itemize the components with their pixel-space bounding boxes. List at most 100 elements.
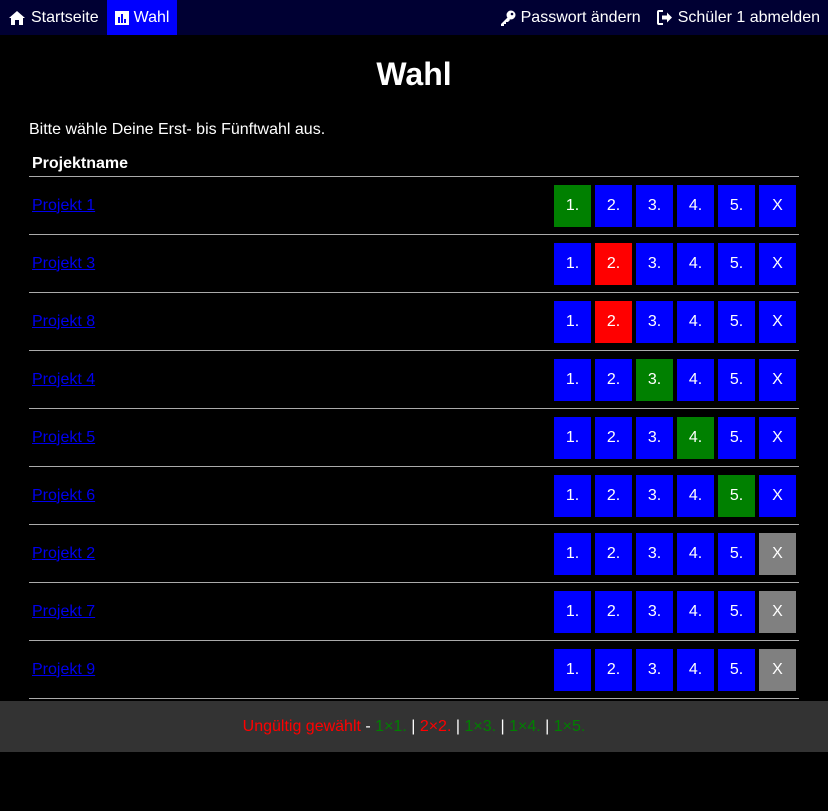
choice-4-button[interactable]: 4. — [677, 474, 714, 517]
navbar: Startseite Wahl Passwort ändern Schüler … — [0, 0, 828, 35]
choice-buttons-cell: 1. 2. 3. 4. 5. X — [250, 408, 799, 467]
choice-3-button[interactable]: 3. — [636, 590, 673, 633]
choice-5-button[interactable]: 5. — [718, 590, 755, 633]
footer-status-bar: Ungültig gewählt - 1×1. | 2×2. | 1×3. | … — [0, 701, 828, 752]
choice-2-button[interactable]: 2. — [595, 242, 632, 285]
choice-4-button[interactable]: 4. — [677, 358, 714, 401]
choice-1-button[interactable]: 1. — [554, 300, 591, 343]
choice-4-button[interactable]: 4. — [677, 300, 714, 343]
table-row: Projekt 7 1. 2. 3. 4. 5. X — [29, 582, 799, 641]
footer-separator: | — [540, 718, 554, 735]
choice-5-button[interactable]: 5. — [718, 300, 755, 343]
project-link[interactable]: Projekt 8 — [32, 313, 95, 330]
choice-x-button[interactable]: X — [759, 648, 796, 691]
sign-out-icon — [656, 10, 672, 25]
choice-1-button[interactable]: 1. — [554, 242, 591, 285]
footer-separator: | — [496, 718, 510, 735]
choice-1-button[interactable]: 1. — [554, 590, 591, 633]
choice-4-button[interactable]: 4. — [677, 242, 714, 285]
choice-buttons-cell: 1. 2. 3. 4. 5. X — [250, 524, 799, 583]
choice-1-button[interactable]: 1. — [554, 416, 591, 459]
choice-5-button[interactable]: 5. — [718, 184, 755, 227]
choice-2-button[interactable]: 2. — [595, 474, 632, 517]
choice-5-button[interactable]: 5. — [718, 648, 755, 691]
choice-3-button[interactable]: 3. — [636, 474, 673, 517]
choice-buttons-cell: 1. 2. 3. 4. 5. X — [250, 292, 799, 351]
choice-1-button[interactable]: 1. — [554, 358, 591, 401]
choice-1-button[interactable]: 1. — [554, 648, 591, 691]
choice-x-button[interactable]: X — [759, 358, 796, 401]
project-name-cell: Projekt 5 — [29, 408, 251, 467]
choice-3-button[interactable]: 3. — [636, 416, 673, 459]
choice-5-button[interactable]: 5. — [718, 242, 755, 285]
choice-2-button[interactable]: 2. — [595, 358, 632, 401]
nav-home-label: Startseite — [31, 8, 99, 26]
main-content: Bitte wähle Deine Erst- bis Fünftwahl au… — [29, 121, 799, 699]
project-link[interactable]: Projekt 3 — [32, 255, 95, 272]
choice-buttons-cell: 1. 2. 3. 4. 5. X — [250, 350, 799, 409]
projects-table: Projektname Projekt 1 1. 2. 3. 4. 5. X Projekt … — [29, 149, 799, 699]
choice-2-button[interactable]: 2. — [595, 184, 632, 227]
choice-3-button[interactable]: 3. — [636, 358, 673, 401]
project-link[interactable]: Projekt 1 — [32, 197, 95, 214]
choice-1-button[interactable]: 1. — [554, 184, 591, 227]
choice-3-button[interactable]: 3. — [636, 242, 673, 285]
choice-x-button[interactable]: X — [759, 300, 796, 343]
project-link[interactable]: Projekt 2 — [32, 545, 95, 562]
footer-count: 1×4. — [509, 718, 541, 735]
choice-x-button[interactable]: X — [759, 532, 796, 575]
choice-4-button[interactable]: 4. — [677, 590, 714, 633]
choice-5-button[interactable]: 5. — [718, 474, 755, 517]
choice-4-button[interactable]: 4. — [677, 416, 714, 459]
project-name-cell: Projekt 3 — [29, 234, 251, 293]
nav-right: Passwort ändern Schüler 1 abmelden — [492, 0, 828, 35]
nav-logout-link[interactable]: Schüler 1 abmelden — [649, 0, 828, 35]
nav-password-link[interactable]: Passwort ändern — [492, 0, 649, 35]
choice-3-button[interactable]: 3. — [636, 648, 673, 691]
project-link[interactable]: Projekt 6 — [32, 487, 95, 504]
choice-x-button[interactable]: X — [759, 184, 796, 227]
choice-5-button[interactable]: 5. — [718, 532, 755, 575]
footer-count: 1×1. — [375, 718, 407, 735]
footer-count: 1×3. — [464, 718, 497, 735]
choice-2-button[interactable]: 2. — [595, 648, 632, 691]
choice-x-button[interactable]: X — [759, 242, 796, 285]
choice-2-button[interactable]: 2. — [595, 532, 632, 575]
choice-4-button[interactable]: 4. — [677, 184, 714, 227]
project-name-cell: Projekt 8 — [29, 292, 251, 351]
key-icon — [500, 10, 516, 26]
choice-1-button[interactable]: 1. — [554, 474, 591, 517]
project-name-cell: Projekt 7 — [29, 582, 251, 641]
project-link[interactable]: Projekt 7 — [32, 603, 95, 620]
choice-3-button[interactable]: 3. — [636, 184, 673, 227]
table-header-row: Projektname — [29, 149, 799, 177]
column-header-projektname: Projektname — [29, 149, 251, 177]
choice-buttons-cell: 1. 2. 3. 4. 5. X — [250, 466, 799, 525]
footer-count: 2×2. — [419, 718, 452, 735]
choice-2-button[interactable]: 2. — [595, 300, 632, 343]
table-row: Projekt 3 1. 2. 3. 4. 5. X — [29, 234, 799, 293]
nav-home-link[interactable]: Startseite — [0, 0, 107, 35]
choice-5-button[interactable]: 5. — [718, 416, 755, 459]
choice-2-button[interactable]: 2. — [595, 590, 632, 633]
choice-5-button[interactable]: 5. — [718, 358, 755, 401]
choice-x-button[interactable]: X — [759, 416, 796, 459]
nav-wahl-link[interactable]: Wahl — [106, 0, 178, 35]
choice-3-button[interactable]: 3. — [636, 300, 673, 343]
choice-4-button[interactable]: 4. — [677, 648, 714, 691]
choice-x-button[interactable]: X — [759, 590, 796, 633]
table-row: Projekt 8 1. 2. 3. 4. 5. X — [29, 292, 799, 351]
choice-4-button[interactable]: 4. — [677, 532, 714, 575]
footer-count: 1×5. — [553, 718, 586, 735]
project-link[interactable]: Projekt 4 — [32, 371, 95, 388]
project-link[interactable]: Projekt 9 — [32, 661, 95, 678]
footer-status-text: Ungültig gewählt — [242, 718, 361, 735]
project-name-cell: Projekt 1 — [29, 176, 251, 235]
choice-2-button[interactable]: 2. — [595, 416, 632, 459]
choice-1-button[interactable]: 1. — [554, 532, 591, 575]
choice-x-button[interactable]: X — [759, 474, 796, 517]
project-link[interactable]: Projekt 5 — [32, 429, 95, 446]
nav-wahl-label: Wahl — [133, 8, 170, 26]
choice-3-button[interactable]: 3. — [636, 532, 673, 575]
footer-counts: 1×1. | 2×2. | 1×3. | 1×4. | 1×5. — [375, 718, 585, 735]
